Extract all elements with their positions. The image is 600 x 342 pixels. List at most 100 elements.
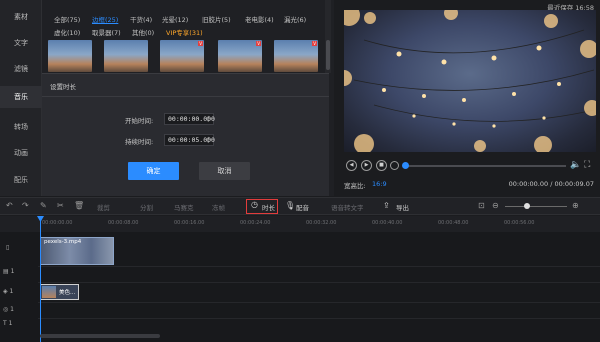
undo-icon[interactable]: ↶ (6, 201, 13, 210)
text-clip-name: 美色... (59, 290, 76, 296)
filter-old-movie[interactable]: 老电影(4) (245, 14, 274, 24)
prev-frame-icon[interactable]: ◀ (346, 160, 357, 171)
track-number: 1 (10, 268, 15, 275)
video-preview[interactable] (344, 10, 596, 152)
redo-icon[interactable]: ↷ (22, 201, 29, 210)
bokeh-light (580, 40, 596, 58)
split-button[interactable]: 分割 (140, 202, 153, 212)
filter-track-header: ◎ 1 (3, 306, 41, 313)
timeline-ruler[interactable]: 00:00:00.00 00:00:08.00 00:00:16.00 00:0… (0, 216, 600, 232)
stepper-icon[interactable]: ▲ ▼ (207, 136, 212, 144)
timecode-readout: 00:00:00.00 / 00:00:09.07 (508, 180, 594, 188)
track-divider (38, 318, 600, 319)
video-clip-name: pexels-3.mp4 (44, 239, 82, 245)
play-icon[interactable]: ▶ (361, 160, 372, 171)
tick-label: 00:00:32.00 (306, 220, 337, 226)
media-thumbnail[interactable]: V (274, 40, 318, 72)
video-clip[interactable]: pexels-3.mp4 (40, 237, 114, 265)
ok-button[interactable]: 确定 (128, 162, 179, 180)
nav-item-transition[interactable]: 转场 (0, 116, 42, 138)
freeze-frame-button[interactable]: 冻帧 (212, 202, 225, 212)
media-scrollbar-thumb[interactable] (326, 40, 330, 70)
fit-icon[interactable]: ⊡ (478, 201, 485, 210)
filter-dry[interactable]: 干货(4) (130, 14, 152, 24)
next-frame-icon[interactable] (390, 161, 399, 170)
filter-all[interactable]: 全部(75) (54, 14, 80, 24)
nav-item-filter[interactable]: 滤镜 (0, 58, 42, 80)
text-clip-thumbnail (42, 286, 56, 298)
tick-label: 00:00:48.00 (438, 220, 469, 226)
dub-button[interactable]: 配音 (296, 202, 309, 212)
volume-icon[interactable]: 🔈 (570, 160, 581, 170)
text-track-header: T 1 (3, 320, 41, 327)
microphone-icon[interactable]: 🎙 (285, 201, 295, 210)
start-time-input[interactable]: 00:00:00.000 ▲ ▼ (164, 113, 215, 125)
export-button[interactable]: 导出 (396, 202, 409, 212)
mosaic-button[interactable]: 马赛克 (174, 202, 194, 212)
track-number: 1 (8, 320, 13, 327)
nav-item-animation[interactable]: 动画 (0, 142, 42, 164)
playhead[interactable] (40, 216, 41, 342)
zoom-in-icon[interactable]: ⊕ (572, 201, 579, 210)
edit-toolbar: ↶ ↷ ✎ ✂ 🗑 裁剪 分割 马赛克 冻帧 ◷ 时长 🎙 配音 语音转文字 ⇪… (0, 197, 600, 215)
playback-controls: ◀ ▶ ■ 🔈 ⛶ (344, 160, 596, 174)
export-icon[interactable]: ⇪ (383, 201, 390, 210)
filter-light-leak[interactable]: 漏光(6) (284, 14, 306, 24)
bokeh-light (544, 14, 558, 28)
tick-label: 00:00:00.00 (42, 220, 73, 226)
pip-icon: ▤ (3, 268, 9, 275)
delete-icon[interactable]: 🗑 (74, 201, 84, 210)
start-time-label: 开始时间: (125, 117, 154, 125)
video-track-header: ▯ (6, 244, 44, 251)
media-thumbnail[interactable] (48, 40, 92, 72)
filter-halo[interactable]: 光晕(12) (162, 14, 188, 24)
bokeh-light (364, 12, 376, 24)
cut-icon[interactable]: ✂ (57, 201, 64, 210)
bokeh-light (474, 140, 486, 152)
filter-icon: ◎ (3, 306, 9, 313)
track-number: 1 (10, 306, 14, 313)
media-thumbnail[interactable] (104, 40, 148, 72)
bokeh-light (534, 136, 552, 152)
seek-handle[interactable] (402, 162, 409, 169)
timeline-scrollbar[interactable] (40, 334, 160, 338)
stop-icon[interactable]: ■ (376, 160, 387, 171)
filter-blur[interactable]: 虚化(10) (54, 27, 80, 37)
cancel-button[interactable]: 取消 (199, 162, 250, 180)
filter-viewfinder[interactable]: 取景器(7) (92, 27, 121, 37)
nav-item-soundtrack[interactable]: 配乐 (0, 169, 42, 191)
bokeh-light (584, 100, 596, 116)
zoom-out-icon[interactable]: ⊖ (492, 201, 499, 210)
nav-item-music[interactable]: 音乐 (0, 86, 42, 108)
layers-icon: ◈ (3, 288, 8, 295)
edit-icon[interactable]: ✎ (40, 201, 47, 210)
vip-badge-icon: V (312, 41, 317, 46)
zoom-slider[interactable] (505, 206, 567, 207)
duration-highlight (246, 199, 278, 214)
aspect-ratio-select[interactable]: 16:9 (372, 180, 387, 188)
speech-to-text-button[interactable]: 语音转文字 (331, 202, 364, 212)
media-thumbnail[interactable]: V (160, 40, 204, 72)
tick-label: 00:00:56.00 (504, 220, 535, 226)
side-nav: 素材 文字 滤镜 音乐 转场 动画 配乐 (0, 0, 42, 196)
dialog-divider (42, 96, 329, 97)
filter-old-film[interactable]: 旧胶片(5) (202, 14, 231, 24)
nav-item-material[interactable]: 素材 (0, 6, 42, 28)
media-thumbnail[interactable]: V (218, 40, 262, 72)
seek-bar[interactable] (406, 165, 566, 167)
crop-button[interactable]: 裁剪 (97, 202, 110, 212)
filter-border[interactable]: 边框(25) (92, 14, 118, 24)
duration-input[interactable]: 00:00:05.000 ▲ ▼ (164, 134, 215, 146)
nav-item-text[interactable]: 文字 (0, 32, 42, 54)
stepper-icon[interactable]: ▲ ▼ (207, 115, 212, 123)
text-clip[interactable]: 美色... (40, 284, 79, 300)
vip-badge-icon: V (256, 41, 261, 46)
film-icon: ▯ (6, 244, 10, 251)
tick-label: 00:00:16.00 (174, 220, 205, 226)
filter-other[interactable]: 其他(0) (132, 27, 154, 37)
text-icon: T (3, 320, 7, 327)
fullscreen-icon[interactable]: ⛶ (584, 160, 590, 170)
filter-vip[interactable]: VIP专享(31) (166, 27, 203, 37)
track-divider (38, 282, 600, 283)
zoom-slider-handle[interactable] (523, 203, 530, 209)
